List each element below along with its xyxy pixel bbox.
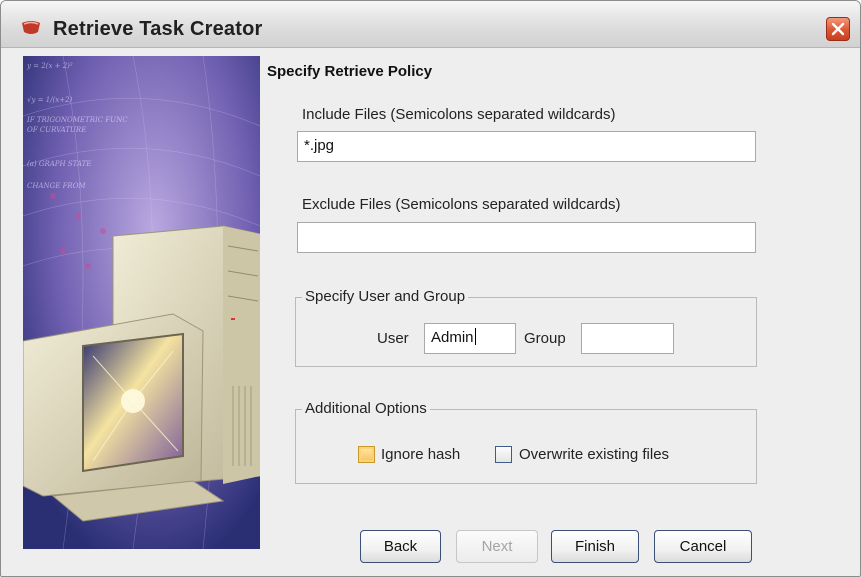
cancel-button[interactable]: Cancel	[654, 530, 752, 563]
ignore-hash-label[interactable]: Ignore hash	[381, 446, 460, 463]
exclude-files-input[interactable]	[297, 222, 756, 253]
exclude-files-label: Exclude Files (Semicolons separated wild…	[302, 196, 621, 213]
close-icon	[831, 22, 845, 36]
java-cup-icon	[22, 21, 40, 34]
wizard-side-image: y = 2(x + 2)² √y = 1/(x+2) IF TRIGONOMET…	[23, 56, 260, 549]
include-files-input[interactable]: *.jpg	[297, 131, 756, 162]
next-button[interactable]: Next	[456, 530, 538, 563]
window-title: Retrieve Task Creator	[53, 18, 263, 40]
finish-button[interactable]: Finish	[551, 530, 639, 563]
svg-text:√y = 1/(x+2): √y = 1/(x+2)	[27, 96, 73, 104]
group-label: Group	[524, 330, 566, 347]
page-title: Specify Retrieve Policy	[267, 63, 433, 80]
ignore-hash-checkbox[interactable]	[358, 446, 375, 463]
include-files-label: Include Files (Semicolons separated wild…	[302, 106, 616, 123]
computer-illustration: y = 2(x + 2)² √y = 1/(x+2) IF TRIGONOMET…	[23, 56, 260, 549]
svg-text:IF TRIGONOMETRIC FUNC: IF TRIGONOMETRIC FUNC	[26, 116, 128, 124]
include-files-value: *.jpg	[304, 137, 335, 154]
svg-text:OF CURVATURE: OF CURVATURE	[27, 126, 86, 134]
text-caret	[474, 328, 476, 345]
user-label: User	[377, 330, 409, 347]
svg-text:(a) GRAPH STATE: (a) GRAPH STATE	[27, 160, 91, 168]
close-button[interactable]	[826, 17, 850, 41]
svg-text:CHANGE FROM: CHANGE FROM	[27, 182, 86, 190]
user-group-legend: Specify User and Group	[302, 288, 469, 305]
overwrite-existing-label[interactable]: Overwrite existing files	[519, 446, 669, 463]
overwrite-existing-checkbox[interactable]	[495, 446, 512, 463]
title-bar[interactable]: Retrieve Task Creator	[1, 1, 860, 48]
additional-options-legend: Additional Options	[302, 400, 430, 417]
dialog-window: Retrieve Task Creator y = 2(x + 2)² √y =…	[0, 0, 861, 577]
user-value: Admin	[431, 329, 474, 346]
svg-text:y = 2(x + 2)²: y = 2(x + 2)²	[26, 62, 73, 70]
user-input[interactable]: Admin	[424, 323, 516, 354]
group-input[interactable]	[581, 323, 674, 354]
back-button[interactable]: Back	[360, 530, 441, 563]
